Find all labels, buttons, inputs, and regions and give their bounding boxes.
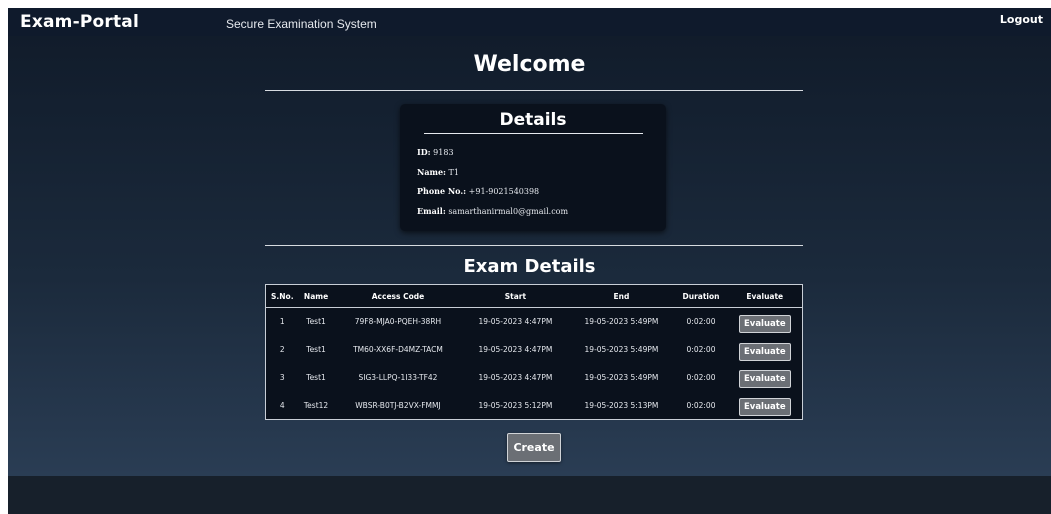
navbar: Exam-Portal Secure Examination System Lo… — [8, 8, 1051, 36]
table-header-row: S.No. Name Access Code Start End Duratio… — [265, 284, 803, 308]
detail-phone: Phone No.: +91-9021540398 — [417, 186, 539, 196]
cell-name: Test1 — [306, 345, 326, 355]
cell-evaluate: Evaluate — [728, 336, 803, 364]
detail-id-value: 9183 — [430, 148, 454, 157]
cell-access-code: 79F8-MJA0-PQEH-38RH — [354, 317, 442, 327]
detail-id-label: ID: — [417, 147, 431, 157]
cell-duration: 0:02:00 — [686, 400, 716, 410]
divider — [265, 90, 803, 91]
cell-end: 19-05-2023 5:49PM — [584, 372, 659, 382]
cell-access-code: SIG3-LLPQ-1I33-TF42 — [358, 372, 438, 382]
cell-evaluate: Evaluate — [728, 363, 803, 391]
col-header-duration: Duration — [674, 284, 728, 308]
evaluate-button[interactable]: Evaluate — [738, 342, 791, 361]
cell-name: Test1 — [306, 317, 326, 327]
brand-logo-text[interactable]: Exam-Portal — [20, 12, 139, 32]
cell-duration: 0:02:00 — [686, 372, 716, 382]
col-header-evaluate: Evaluate — [727, 284, 803, 308]
exam-details-heading: Exam Details — [463, 256, 596, 277]
col-header-start: Start — [462, 284, 569, 308]
site-subtitle: Secure Examination System — [226, 17, 377, 31]
evaluate-button[interactable]: Evaluate — [738, 314, 791, 333]
cell-start: 19-05-2023 5:12PM — [478, 400, 553, 410]
cell-sno: 4 — [279, 400, 285, 410]
detail-id: ID: 9183 — [417, 147, 454, 157]
cell-name: Test1 — [306, 372, 326, 382]
welcome-heading: Welcome — [473, 52, 586, 77]
col-header-name: Name — [298, 284, 334, 308]
cell-start: 19-05-2023 4:47PM — [478, 372, 553, 382]
details-title: Details — [499, 110, 567, 130]
detail-name-value: T1 — [446, 168, 459, 177]
col-header-end: End — [568, 284, 675, 308]
cell-access-code: WBSR-B0TJ-B2VX-FMMJ — [355, 400, 441, 410]
cell-access-code: TM60-XX6F-D4MZ-TACM — [353, 345, 443, 355]
cell-evaluate: Evaluate — [728, 308, 803, 336]
exam-table: S.No. Name Access Code Start End Duratio… — [265, 284, 803, 420]
cell-start: 19-05-2023 4:47PM — [478, 317, 553, 327]
cell-end: 19-05-2023 5:49PM — [584, 317, 659, 327]
cell-duration: 0:02:00 — [686, 317, 716, 327]
cell-sno: 2 — [279, 345, 285, 355]
table-row: 3 Test1 SIG3-LLPQ-1I33-TF42 19-05-2023 4… — [266, 363, 803, 391]
create-button[interactable]: Create — [507, 433, 561, 462]
cell-duration: 0:02:00 — [686, 345, 716, 355]
col-header-sno: S.No. — [265, 284, 299, 308]
detail-email-value: samarthanirmal0@gmail.com — [445, 207, 569, 216]
col-header-access-code: Access Code — [333, 284, 463, 308]
cell-sno: 3 — [279, 372, 285, 382]
cell-name: Test12 — [303, 400, 329, 410]
evaluate-button[interactable]: Evaluate — [738, 370, 791, 389]
footer — [8, 476, 1051, 514]
cell-sno: 1 — [279, 317, 285, 327]
detail-name-label: Name: — [417, 167, 447, 177]
detail-name: Name: T1 — [417, 167, 459, 177]
evaluate-button[interactable]: Evaluate — [738, 398, 791, 417]
details-card: Details ID: 9183 Name: T1 Phone No.: +91… — [400, 104, 666, 231]
logout-link[interactable]: Logout — [1000, 13, 1043, 26]
cell-end: 19-05-2023 5:49PM — [584, 345, 659, 355]
divider — [265, 245, 803, 246]
detail-phone-label: Phone No.: — [417, 186, 467, 196]
cell-end: 19-05-2023 5:13PM — [584, 400, 659, 410]
detail-email-label: Email: — [417, 206, 446, 216]
cell-start: 19-05-2023 4:47PM — [478, 345, 553, 355]
details-divider — [424, 133, 643, 134]
detail-phone-value: +91-9021540398 — [466, 187, 540, 196]
table-row: 1 Test1 79F8-MJA0-PQEH-38RH 19-05-2023 4… — [266, 308, 803, 336]
detail-email: Email: samarthanirmal0@gmail.com — [417, 206, 568, 216]
table-row: 4 Test12 WBSR-B0TJ-B2VX-FMMJ 19-05-2023 … — [266, 391, 803, 419]
table-row: 2 Test1 TM60-XX6F-D4MZ-TACM 19-05-2023 4… — [266, 336, 803, 364]
cell-evaluate: Evaluate — [728, 391, 803, 419]
main-content: Welcome Details ID: 9183 Name: T1 Phone … — [8, 36, 1051, 476]
